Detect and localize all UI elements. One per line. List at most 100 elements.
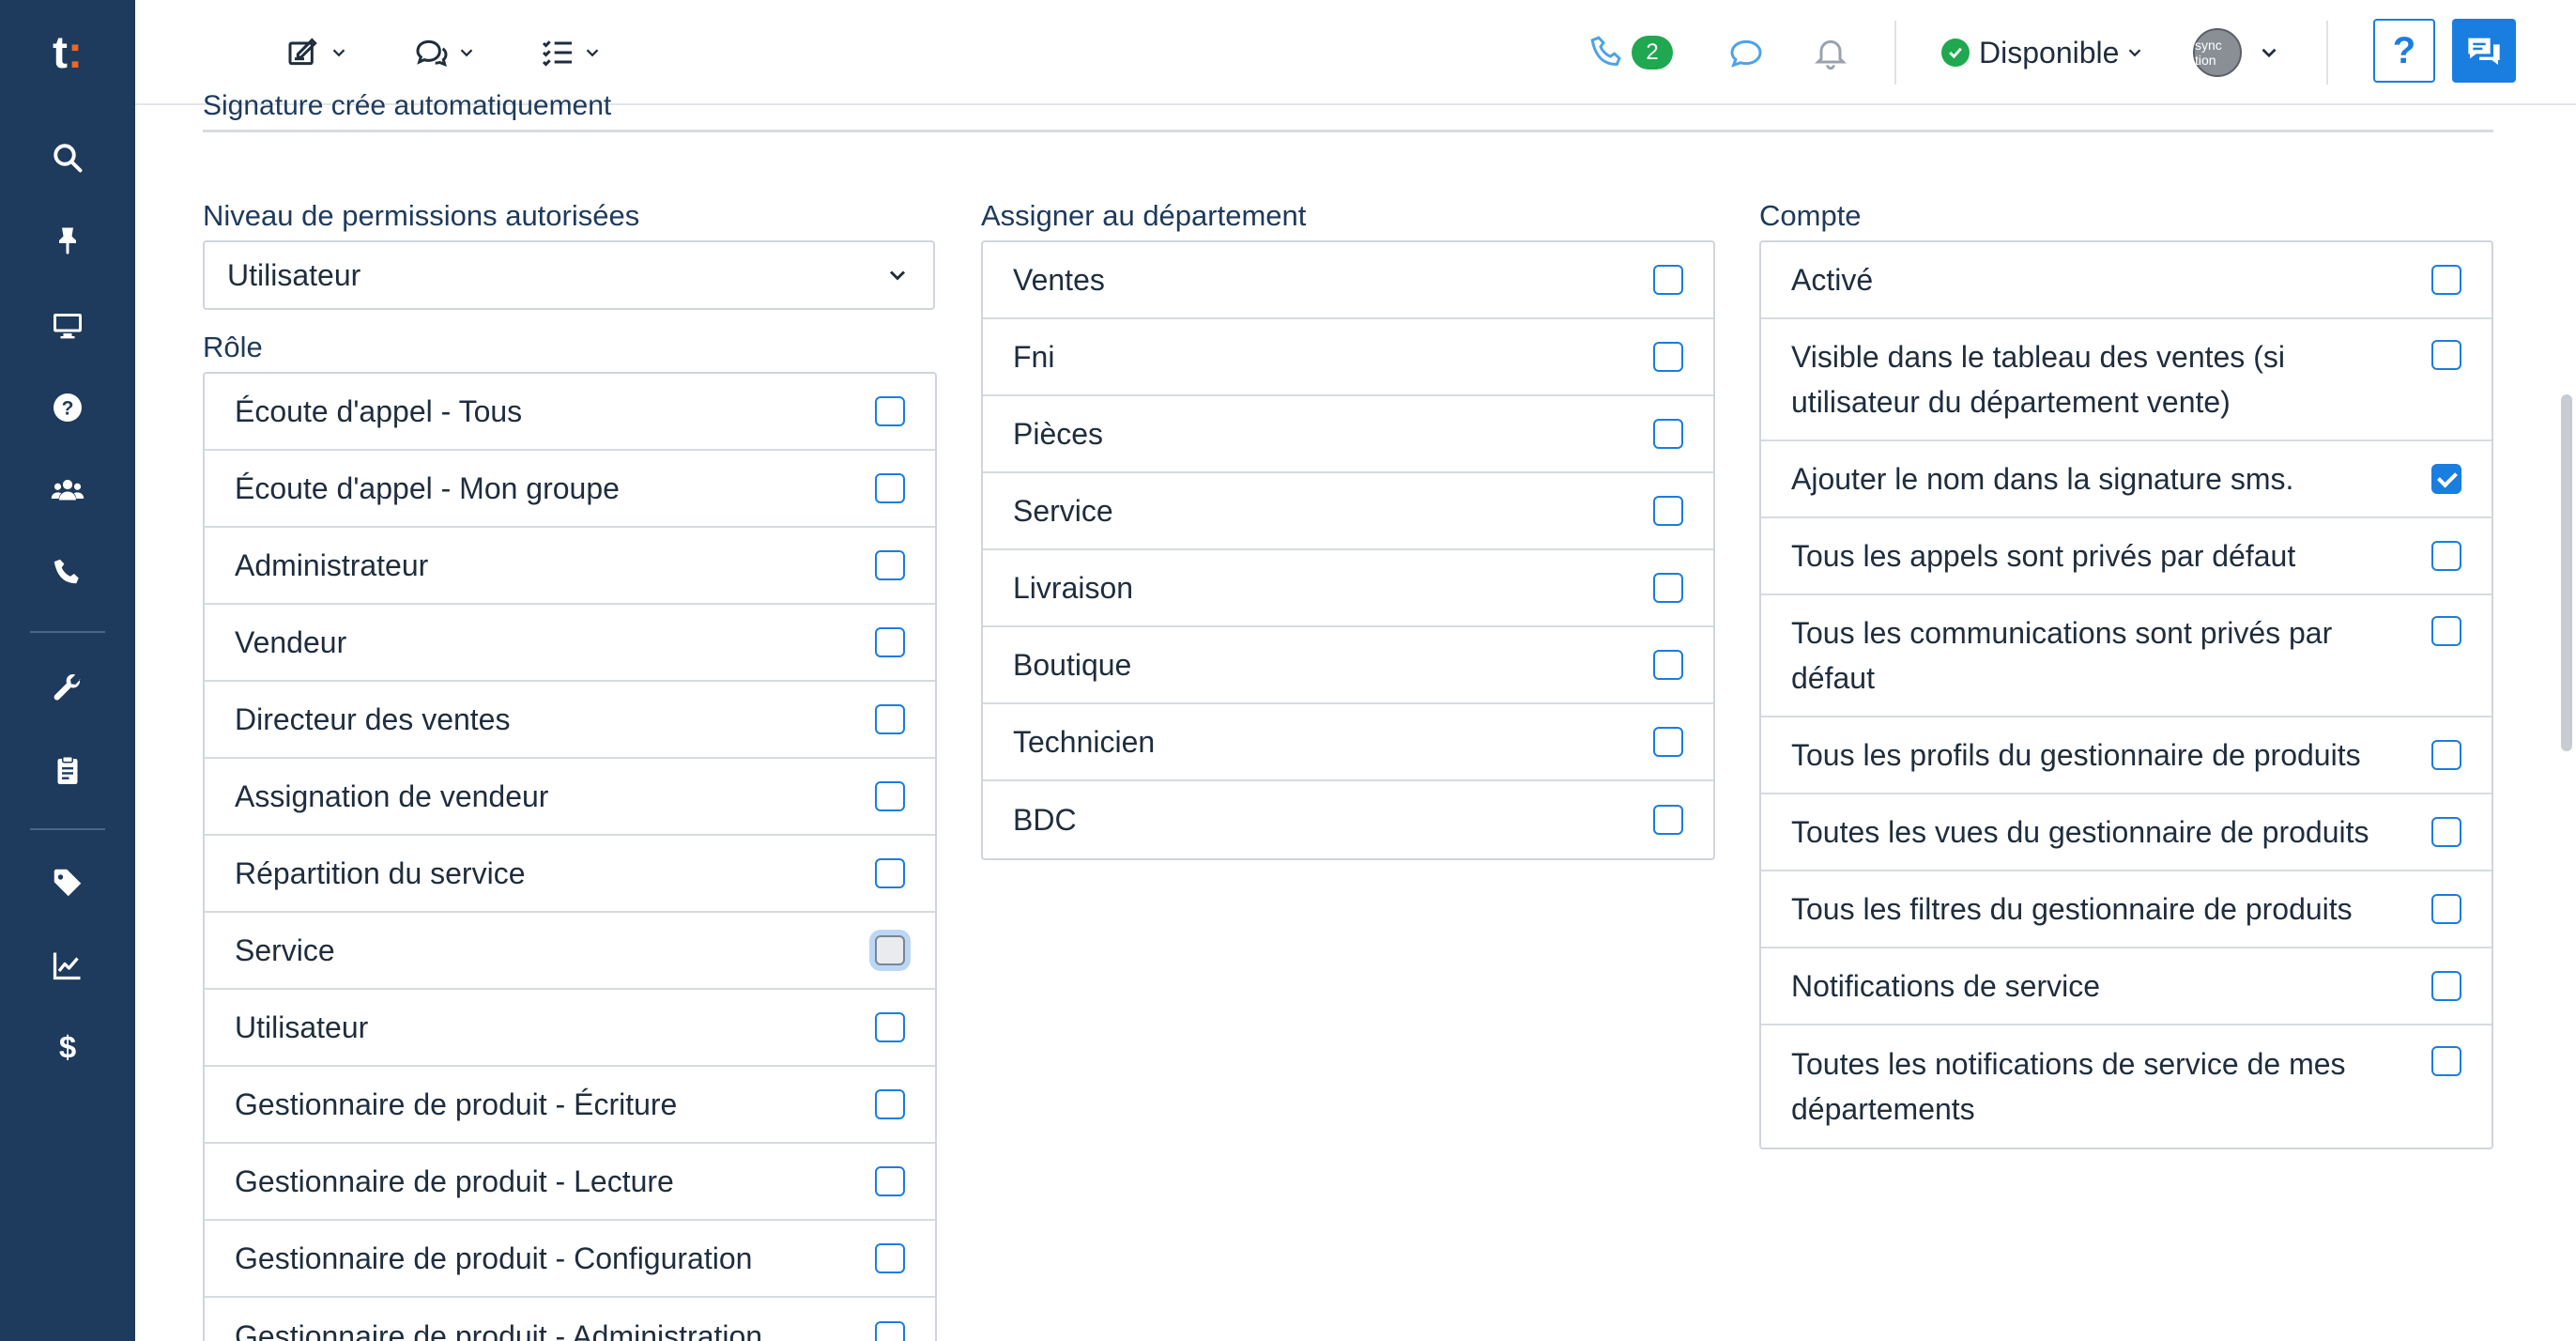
account-option-checkbox[interactable] bbox=[2431, 541, 2461, 571]
new-note-menu[interactable] bbox=[285, 26, 349, 79]
help-button[interactable]: ? bbox=[2373, 19, 2435, 83]
account-label: Compte bbox=[1759, 199, 1862, 232]
role-option-checkbox[interactable] bbox=[875, 1012, 905, 1042]
chat-window-button[interactable] bbox=[2452, 19, 2516, 83]
desktop-icon[interactable] bbox=[0, 291, 135, 359]
chevron-down-icon bbox=[889, 270, 906, 281]
department-option[interactable]: Fni bbox=[983, 319, 1713, 396]
notifications-button[interactable] bbox=[1812, 26, 1849, 79]
department-option-checkbox[interactable] bbox=[1653, 496, 1683, 526]
chevron-down-icon bbox=[2262, 48, 2277, 58]
pin-icon[interactable] bbox=[0, 207, 135, 274]
bell-icon bbox=[1815, 39, 1847, 70]
role-option[interactable]: Gestionnaire de produit - Configuration bbox=[205, 1221, 935, 1298]
role-option-checkbox[interactable] bbox=[875, 704, 905, 734]
account-option-checkbox[interactable] bbox=[2431, 817, 2461, 847]
account-option-label: Tous les filtres du gestionnaire de prod… bbox=[1791, 892, 2353, 926]
account-option-checkbox[interactable] bbox=[2431, 1046, 2461, 1076]
role-option-label: Directeur des ventes bbox=[235, 702, 511, 736]
user-menu[interactable]: sync tion bbox=[2193, 26, 2281, 79]
messages-button[interactable] bbox=[1727, 26, 1765, 79]
help-circle-icon[interactable]: ? bbox=[0, 374, 135, 441]
role-option-checkbox[interactable] bbox=[875, 550, 905, 580]
department-option-checkbox[interactable] bbox=[1653, 650, 1683, 680]
account-option-label: Tous les appels sont privés par défaut bbox=[1791, 539, 2296, 573]
account-option[interactable]: Ajouter le nom dans la signature sms. bbox=[1761, 441, 2492, 518]
role-option[interactable]: Vendeur bbox=[205, 605, 935, 682]
account-option-checkbox[interactable] bbox=[2431, 265, 2461, 295]
chat-window-icon bbox=[2468, 38, 2500, 65]
role-option[interactable]: Gestionnaire de produit - Écriture bbox=[205, 1067, 935, 1144]
status-dropdown[interactable]: Disponible bbox=[1941, 26, 2145, 79]
account-option[interactable]: Visible dans le tableau des ventes (si u… bbox=[1761, 319, 2492, 441]
account-option[interactable]: Toutes les vues du gestionnaire de produ… bbox=[1761, 794, 2492, 871]
department-option-checkbox[interactable] bbox=[1653, 727, 1683, 757]
account-option-checkbox[interactable] bbox=[2431, 740, 2461, 770]
department-option[interactable]: Technicien bbox=[983, 704, 1713, 781]
role-option[interactable]: Répartition du service bbox=[205, 836, 935, 913]
permissions-select[interactable]: Utilisateur bbox=[203, 240, 935, 310]
role-option-label: Service bbox=[235, 933, 335, 967]
role-option-checkbox[interactable] bbox=[875, 935, 905, 965]
role-option[interactable]: Service bbox=[205, 913, 935, 990]
tag-icon[interactable] bbox=[0, 849, 135, 917]
page-scrollbar[interactable] bbox=[2561, 394, 2572, 751]
role-option-checkbox[interactable] bbox=[875, 858, 905, 888]
department-option-checkbox[interactable] bbox=[1653, 419, 1683, 449]
role-option-checkbox[interactable] bbox=[875, 1321, 905, 1341]
role-option[interactable]: Directeur des ventes bbox=[205, 682, 935, 759]
edit-note-icon bbox=[288, 38, 317, 66]
conversations-icon bbox=[416, 39, 448, 67]
department-option[interactable]: Livraison bbox=[983, 550, 1713, 627]
account-option[interactable]: Notifications de service bbox=[1761, 948, 2492, 1025]
account-option-checkbox[interactable] bbox=[2431, 340, 2461, 370]
wrench-icon[interactable] bbox=[0, 654, 135, 721]
role-option-label: Vendeur bbox=[235, 625, 347, 659]
app-logo[interactable]: t: bbox=[0, 0, 135, 105]
account-option-checkbox[interactable] bbox=[2431, 464, 2461, 494]
search-icon[interactable] bbox=[0, 124, 135, 192]
clipboard-icon[interactable] bbox=[0, 736, 135, 804]
department-option-checkbox[interactable] bbox=[1653, 573, 1683, 603]
role-option-checkbox[interactable] bbox=[875, 1089, 905, 1119]
account-option[interactable]: Toutes les notifications de service de m… bbox=[1761, 1025, 2492, 1148]
users-icon[interactable] bbox=[0, 456, 135, 524]
department-option[interactable]: Ventes bbox=[983, 242, 1713, 319]
account-option-checkbox[interactable] bbox=[2431, 971, 2461, 1001]
role-option[interactable]: Écoute d'appel - Tous bbox=[205, 374, 935, 451]
role-option-checkbox[interactable] bbox=[875, 1243, 905, 1273]
role-option-checkbox[interactable] bbox=[875, 1166, 905, 1196]
role-option[interactable]: Gestionnaire de produit - Administration bbox=[205, 1298, 935, 1341]
department-option[interactable]: Service bbox=[983, 473, 1713, 550]
role-option-checkbox[interactable] bbox=[875, 396, 905, 426]
department-option-checkbox[interactable] bbox=[1653, 342, 1683, 372]
role-option[interactable]: Utilisateur bbox=[205, 990, 935, 1067]
role-option-label: Écoute d'appel - Tous bbox=[235, 394, 523, 428]
chart-line-icon[interactable] bbox=[0, 932, 135, 999]
account-option-checkbox[interactable] bbox=[2431, 616, 2461, 646]
phone-icon[interactable] bbox=[0, 539, 135, 607]
conversations-menu[interactable] bbox=[413, 26, 477, 79]
dollar-icon[interactable]: $ bbox=[0, 1014, 135, 1082]
role-option[interactable]: Gestionnaire de produit - Lecture bbox=[205, 1144, 935, 1221]
department-option[interactable]: Boutique bbox=[983, 627, 1713, 704]
account-option-checkbox[interactable] bbox=[2431, 894, 2461, 924]
phone-calls-button[interactable]: 2 bbox=[1588, 26, 1673, 79]
role-option-checkbox[interactable] bbox=[875, 627, 905, 657]
account-option[interactable]: Activé bbox=[1761, 242, 2492, 319]
tasks-menu[interactable] bbox=[539, 26, 603, 79]
role-option[interactable]: Écoute d'appel - Mon groupe bbox=[205, 451, 935, 528]
account-option[interactable]: Tous les filtres du gestionnaire de prod… bbox=[1761, 871, 2492, 948]
account-option[interactable]: Tous les appels sont privés par défaut bbox=[1761, 518, 2492, 595]
role-option-checkbox[interactable] bbox=[875, 781, 905, 811]
department-option-checkbox[interactable] bbox=[1653, 265, 1683, 295]
account-option[interactable]: Tous les profils du gestionnaire de prod… bbox=[1761, 717, 2492, 794]
department-list: Ventes Fni Pièces Service Livraison Boutique T… bbox=[981, 240, 1715, 860]
role-option[interactable]: Administrateur bbox=[205, 528, 935, 605]
account-option[interactable]: Tous les communications sont privés par … bbox=[1761, 595, 2492, 717]
role-option-checkbox[interactable] bbox=[875, 473, 905, 503]
department-option-checkbox[interactable] bbox=[1653, 805, 1683, 835]
role-option[interactable]: Assignation de vendeur bbox=[205, 759, 935, 836]
department-option[interactable]: Pièces bbox=[983, 396, 1713, 473]
department-option[interactable]: BDC bbox=[983, 781, 1713, 858]
